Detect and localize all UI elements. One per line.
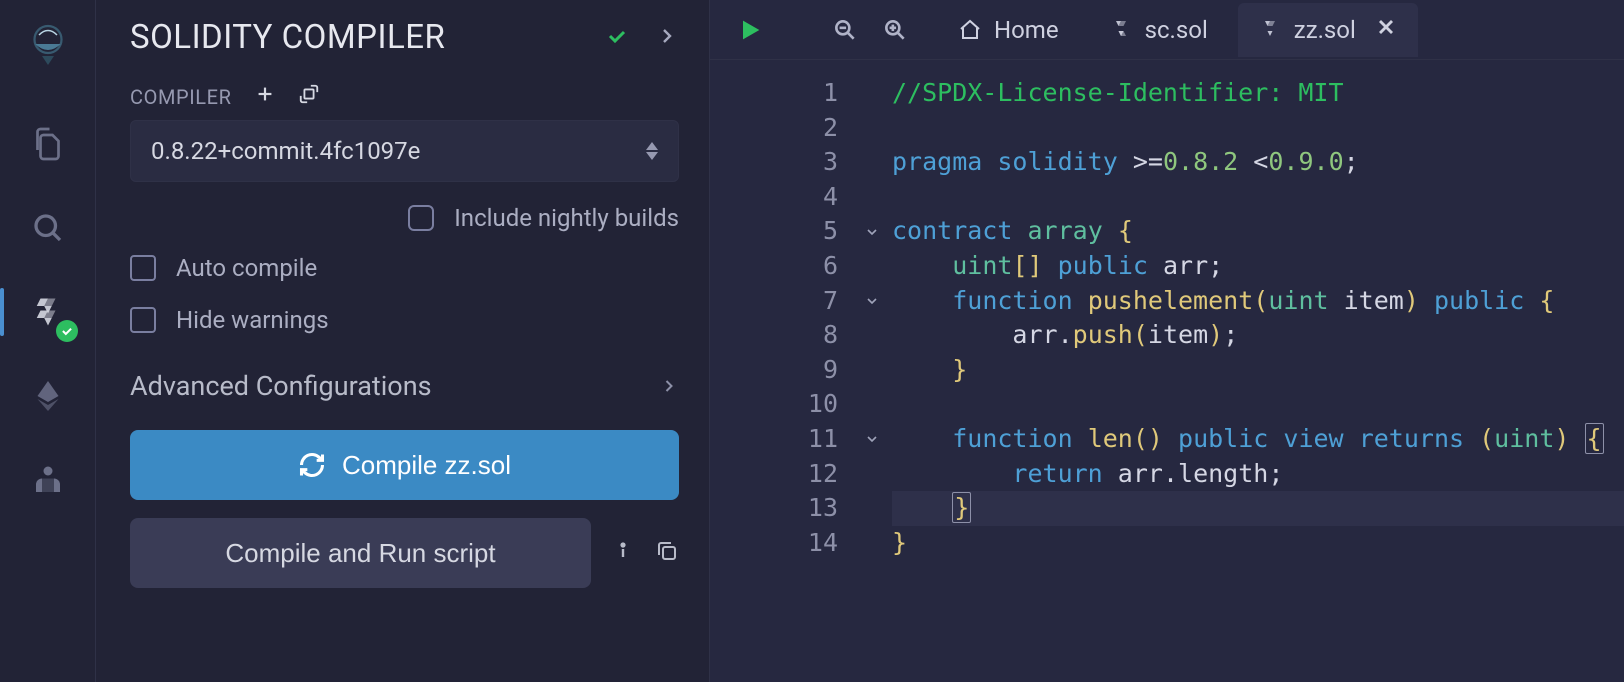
compile-success-icon — [605, 24, 629, 52]
compile-run-button-label: Compile and Run script — [225, 538, 495, 569]
learn-icon[interactable] — [24, 456, 72, 504]
hidewarnings-checkbox[interactable] — [130, 307, 156, 333]
tab-zz[interactable]: zz.sol — [1238, 3, 1418, 57]
info-icon[interactable] — [611, 539, 635, 567]
solidity-compiler-icon[interactable] — [24, 288, 72, 336]
nightly-label: Include nightly builds — [454, 204, 679, 232]
deploy-icon[interactable] — [24, 372, 72, 420]
code-editor[interactable]: 1234567891011121314 //SPDX-License-Ident… — [710, 60, 1624, 682]
autocompile-label: Auto compile — [176, 254, 317, 282]
tab-home-label: Home — [994, 16, 1059, 44]
line-number-gutter: 1234567891011121314 — [710, 60, 858, 682]
compiler-label: COMPILER — [130, 85, 232, 109]
load-compiler-icon[interactable] — [298, 83, 320, 110]
tab-zz-label: zz.sol — [1294, 16, 1356, 44]
compiler-version-value: 0.8.22+commit.4fc1097e — [151, 137, 420, 165]
panel-collapse-icon[interactable] — [655, 24, 679, 52]
zoom-out-icon[interactable] — [832, 17, 858, 43]
compiler-version-select[interactable]: 0.8.22+commit.4fc1097e — [130, 120, 679, 182]
compile-button-label: Compile zz.sol — [342, 450, 511, 481]
autocompile-checkbox[interactable] — [130, 255, 156, 281]
tab-sc[interactable]: sc.sol — [1089, 4, 1228, 56]
nightly-checkbox[interactable] — [408, 205, 434, 231]
tab-home[interactable]: Home — [938, 4, 1079, 56]
tab-sc-label: sc.sol — [1145, 16, 1208, 44]
panel-title: SOLIDITY COMPILER — [130, 18, 445, 57]
editor-toolbar: Home sc.sol zz.sol — [710, 0, 1624, 60]
add-compiler-icon[interactable] — [254, 83, 276, 110]
close-icon[interactable] — [1374, 15, 1398, 45]
solidity-compiler-panel: SOLIDITY COMPILER COMPILER 0.8.22+commit… — [96, 0, 710, 682]
advanced-configurations-toggle[interactable]: Advanced Configurations — [130, 370, 679, 402]
select-spinner-icon — [646, 142, 658, 160]
copy-icon[interactable] — [655, 539, 679, 567]
zoom-in-icon[interactable] — [882, 17, 908, 43]
compile-button[interactable]: Compile zz.sol — [130, 430, 679, 500]
compile-run-button[interactable]: Compile and Run script — [130, 518, 591, 588]
files-icon[interactable] — [24, 120, 72, 168]
search-icon[interactable] — [24, 204, 72, 252]
hidewarnings-label: Hide warnings — [176, 306, 329, 334]
remix-logo[interactable] — [24, 12, 72, 76]
editor-area: Home sc.sol zz.sol 1234567891011121314 /… — [710, 0, 1624, 682]
icon-rail — [0, 0, 96, 682]
compile-success-badge — [56, 320, 78, 342]
run-icon[interactable] — [736, 16, 764, 44]
advanced-label: Advanced Configurations — [130, 370, 432, 402]
code-content[interactable]: //SPDX-License-Identifier: MIT pragma so… — [886, 60, 1624, 682]
fold-column — [858, 60, 886, 682]
